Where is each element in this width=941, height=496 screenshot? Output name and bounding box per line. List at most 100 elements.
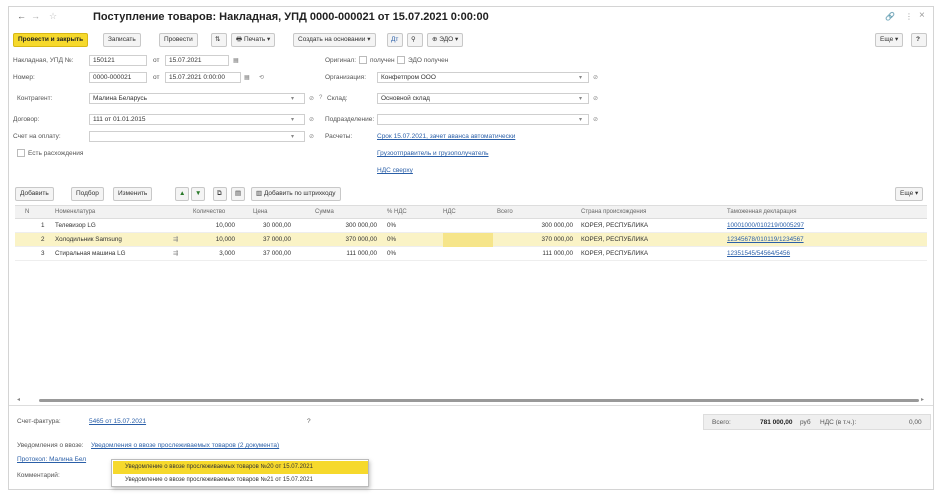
post-and-close-button[interactable]: Провести и закрыть (13, 33, 89, 47)
move-down-icon[interactable]: ▼ (191, 187, 205, 201)
settlements-link[interactable]: Срок 15.07.2021, зачет аванса автоматиче… (377, 133, 515, 140)
totals-box: Всего: 781 000,00 руб НДС (в т.ч.): 0,00 (703, 414, 931, 430)
discrepancy-label: Есть расхождения (28, 150, 84, 157)
number-date-field[interactable]: 15.07.2021 0:00:00 (165, 72, 241, 83)
col-item[interactable]: Номенклатура (55, 209, 95, 215)
col-sum[interactable]: Сумма (315, 209, 334, 215)
close-icon[interactable]: × (919, 10, 925, 21)
save-button[interactable]: Записать (103, 33, 141, 47)
calendar-icon[interactable]: ▦ (233, 57, 239, 64)
cell-n: 1 (41, 222, 45, 229)
table-row[interactable]: 1 Телевизор LG 10,000 30 000,00 300 000,… (15, 219, 927, 233)
invoice-factura-link[interactable]: 5465 от 15.07.2021 (89, 418, 146, 425)
print-button[interactable]: 🖶 Печать ▾ (231, 33, 276, 47)
shipper-consignee-link[interactable]: Грузоотправитель и грузополучатель (377, 150, 489, 157)
open-link-icon[interactable]: ⊘ (593, 116, 598, 123)
dt-kt-icon[interactable]: Дт (387, 33, 403, 47)
open-link-icon[interactable]: ⊘ (593, 95, 598, 102)
star-icon[interactable]: ☆ (49, 11, 57, 22)
chevron-down-icon[interactable]: ▾ (291, 133, 294, 140)
change-button[interactable]: Изменить (113, 187, 153, 201)
delete-icon[interactable]: ▤ (231, 187, 245, 201)
copy-icon[interactable]: ⧉ (213, 187, 227, 201)
add-row-button[interactable]: Добавить (15, 187, 54, 201)
import-notice-label: Уведомления о ввозе: (17, 442, 84, 449)
payment-account-field[interactable] (89, 131, 305, 142)
edo-button[interactable]: ⊕ ЭДО ▾ (427, 33, 464, 47)
pick-button[interactable]: Подбор (71, 187, 104, 201)
vat-cell-highlight[interactable] (443, 233, 493, 247)
vat-total-label: НДС (в т.ч.): (820, 419, 857, 426)
protocol-link[interactable]: Протокол: Малина Бел (17, 456, 86, 463)
col-vat[interactable]: НДС (443, 209, 456, 215)
chevron-down-icon[interactable]: ▾ (579, 95, 582, 102)
col-qty[interactable]: Количество (193, 209, 225, 215)
organization-field[interactable]: Конфетпром ООО (377, 72, 589, 83)
print-button-label: Печать (243, 36, 266, 43)
cell-customs[interactable]: 12351545/54564/5456 (727, 250, 790, 257)
number-field[interactable]: 0000-000021 (89, 72, 147, 83)
add-by-barcode-button[interactable]: ▥ Добавить по штрихкоду (251, 187, 341, 201)
more-button[interactable]: Еще ▾ (875, 33, 904, 47)
col-customs[interactable]: Таможенная декларация (727, 209, 796, 215)
col-country[interactable]: Страна происхождения (581, 209, 646, 215)
chevron-down-icon[interactable]: ▾ (579, 74, 582, 81)
notice-item-21[interactable]: Уведомление о ввозе прослеживаемых товар… (113, 474, 368, 487)
open-link-icon[interactable]: ⊘ (309, 95, 314, 102)
calendar-icon[interactable]: ▦ (244, 74, 250, 81)
link-icon[interactable]: 🔗 (885, 12, 895, 21)
vat-on-top-link[interactable]: НДС сверху (377, 167, 413, 174)
col-price[interactable]: Цена (253, 209, 267, 215)
cell-qty: 10,000 (215, 222, 235, 229)
table-row-selected[interactable]: 2 Холодильник Samsung ⇶ 10,000 37 000,00… (15, 233, 927, 247)
main-toolbar: Провести и закрыть Записать Провести ⇅ 🖶… (13, 33, 929, 49)
invoice-number-field[interactable]: 150121 (89, 55, 147, 66)
question-icon[interactable]: ? (307, 418, 311, 425)
horizontal-scrollbar[interactable] (39, 399, 919, 402)
comment-label: Комментарий: (17, 472, 60, 479)
import-notice-link[interactable]: Уведомления о ввозе прослеживаемых товар… (91, 442, 279, 449)
move-up-icon[interactable]: ▲ (175, 187, 189, 201)
create-based-on-button[interactable]: Создать на основании ▾ (293, 33, 376, 47)
forward-arrow-icon[interactable]: → (31, 11, 40, 21)
table-toolbar: Добавить Подбор Изменить ▲ ▼ ⧉ ▤ ▥ Добав… (15, 187, 931, 201)
open-link-icon[interactable]: ⊘ (593, 74, 598, 81)
scroll-left-icon[interactable]: ◂ (17, 396, 20, 403)
cell-sum: 370 000,00 (345, 236, 377, 243)
cell-customs[interactable]: 12345678/010119/1234567 (727, 236, 804, 243)
help-button[interactable]: ? (911, 33, 927, 47)
original-received-checkbox[interactable] (359, 56, 367, 64)
contractor-field[interactable]: Малина Беларусь (89, 93, 305, 104)
original-edo-label: ЭДО получен (408, 57, 449, 64)
cell-sum: 300 000,00 (345, 222, 377, 229)
more-menu-icon[interactable]: ⋮ (905, 12, 913, 21)
open-link-icon[interactable]: ⊘ (309, 133, 314, 140)
department-field[interactable] (377, 114, 589, 125)
movements-icon[interactable]: ⇅ (211, 33, 227, 47)
discrepancy-checkbox[interactable] (17, 149, 25, 157)
col-n[interactable]: N (25, 209, 29, 215)
back-arrow-icon[interactable]: ← (17, 11, 26, 21)
table-more-button[interactable]: Еще ▾ (895, 187, 924, 201)
traceable-icon: ⇶ (173, 236, 179, 243)
post-button[interactable]: Провести (159, 33, 198, 47)
original-edo-checkbox[interactable] (397, 56, 405, 64)
question-icon[interactable]: ? (319, 95, 322, 101)
chevron-down-icon[interactable]: ▾ (291, 116, 294, 123)
chevron-down-icon[interactable]: ▾ (291, 95, 294, 102)
invoice-date-field[interactable]: 15.07.2021 (165, 55, 229, 66)
col-vat-rate[interactable]: % НДС (387, 209, 407, 215)
chevron-down-icon[interactable]: ▾ (579, 116, 582, 123)
contract-field[interactable]: 111 от 01.01.2015 (89, 114, 305, 125)
open-link-icon[interactable]: ⊘ (309, 116, 314, 123)
col-total[interactable]: Всего (497, 209, 513, 215)
chevron-down-icon: ▾ (913, 190, 919, 197)
history-icon[interactable]: ⟲ (259, 74, 264, 81)
notice-item-20[interactable]: Уведомление о ввозе прослеживаемых товар… (113, 461, 368, 474)
cell-customs[interactable]: 10001000/010219/0005297 (727, 222, 804, 229)
warehouse-field[interactable]: Основной склад (377, 93, 589, 104)
invoice-factura-label: Счет-фактура: (17, 418, 61, 425)
scroll-right-icon[interactable]: ▸ (921, 396, 924, 403)
table-row[interactable]: 3 Стиральная машина LG ⇶ 3,000 37 000,00… (15, 247, 927, 261)
attach-icon[interactable]: ⚲ (407, 33, 423, 47)
